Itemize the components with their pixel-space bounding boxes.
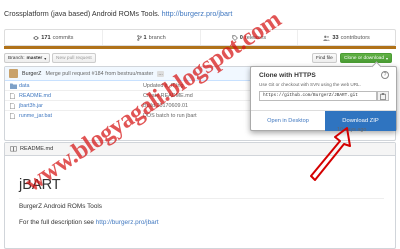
arrow-icon <box>310 127 351 181</box>
red-arrow-annotation <box>310 127 351 181</box>
